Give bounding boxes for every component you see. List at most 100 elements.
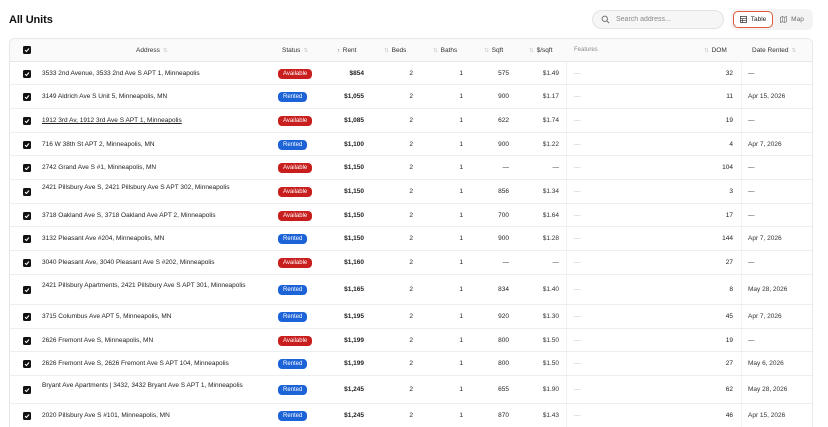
unit-address: 2626 Fremont Ave S, Minneapolis, MN	[42, 337, 154, 344]
days-on-market-value: 4	[729, 141, 733, 148]
date-rented-value: —	[748, 70, 755, 77]
row-checkbox[interactable]	[23, 212, 31, 220]
column-header-sqft[interactable]: ⇅ Sqft	[484, 39, 503, 62]
unit-address: 3718 Oakland Ave S, 3718 Oakland Ave APT…	[42, 212, 216, 219]
rent-value: $1,165	[344, 286, 364, 293]
column-header-psf[interactable]: ⇅ $/sqft	[529, 39, 553, 62]
price-per-sqft-value: $1.22	[542, 141, 559, 148]
days-on-market-value: 32	[725, 70, 733, 77]
table-row[interactable]: 3715 Columbus Ave APT 5, Minneapolis, MN…	[10, 305, 812, 329]
table-row[interactable]: 3040 Pleasant Ave, 3040 Pleasant Ave S #…	[10, 251, 812, 275]
map-view-label: Map	[791, 16, 804, 23]
table-header: Address ⇅ Status ⇅ ↑ Rent ⇅ Beds ⇅ Baths ⇅ Sqf…	[10, 39, 812, 62]
column-header-dom[interactable]: ⇅ DOM	[704, 39, 727, 62]
days-on-market-value: 19	[725, 337, 733, 344]
table-row[interactable]: 2020 Pillsbury Ave S #101, Minneapolis, …	[10, 404, 812, 427]
rent-value: $1,195	[344, 313, 364, 320]
map-icon	[780, 16, 788, 23]
row-checkbox[interactable]	[23, 259, 31, 267]
table-row[interactable]: 2742 Grand Ave S #1, Minneapolis, MN Avai…	[10, 156, 812, 180]
sqft-value: 700	[498, 212, 509, 219]
row-checkbox[interactable]	[23, 141, 31, 149]
unit-address: 2421 Pillsbury Ave S, 2421 Pillsbury Ave…	[42, 184, 230, 191]
unit-address: 3715 Columbus Ave APT 5, Minneapolis, MN	[42, 313, 172, 320]
table-row[interactable]: 3718 Oakland Ave S, 3718 Oakland Ave APT…	[10, 204, 812, 227]
row-checkbox[interactable]	[23, 412, 31, 420]
table-row[interactable]: 2421 Pillsbury Apartments, 2421 Pillsbur…	[10, 275, 812, 305]
beds-value: 2	[409, 188, 413, 195]
row-checkbox[interactable]	[23, 360, 31, 368]
rent-value: $1,245	[344, 386, 364, 393]
beds-value: 2	[409, 70, 413, 77]
table-row[interactable]: 3533 2nd Avenue, 3533 2nd Ave S APT 1, M…	[10, 62, 812, 85]
baths-header-label: Baths	[440, 47, 458, 54]
beds-value: 2	[409, 386, 413, 393]
unit-address: 3132 Pleasant Ave #204, Minneapolis, MN	[42, 235, 165, 242]
column-header-address[interactable]: Address ⇅	[136, 39, 167, 62]
page-title: All Units	[9, 14, 53, 26]
price-per-sqft-value: $1.50	[542, 337, 559, 344]
date-rented-value: May 28, 2026	[748, 386, 788, 393]
table-row[interactable]: 3132 Pleasant Ave #204, Minneapolis, MN R…	[10, 227, 812, 251]
date-rented-value: —	[748, 188, 755, 195]
status-header-label: Status	[282, 47, 301, 54]
row-checkbox[interactable]	[23, 70, 31, 78]
beds-value: 2	[409, 141, 413, 148]
check-icon	[24, 143, 30, 148]
sort-icon: ⇅	[704, 48, 709, 54]
row-checkbox[interactable]	[23, 286, 31, 294]
check-icon	[24, 315, 30, 320]
select-all-checkbox[interactable]	[23, 46, 31, 54]
row-checkbox[interactable]	[23, 188, 31, 196]
status-badge: Available	[278, 336, 313, 346]
row-checkbox[interactable]	[23, 235, 31, 243]
column-header-beds[interactable]: ⇅ Beds	[384, 39, 406, 62]
column-header-date-rented[interactable]: Date Rented ⇅	[752, 39, 796, 62]
column-header-rent[interactable]: ↑ Rent	[337, 39, 356, 62]
features-value: —	[574, 412, 581, 419]
table-row[interactable]: 1912 3rd Av, 1912 3rd Ave S APT 1, Minne…	[10, 109, 812, 133]
column-header-status[interactable]: Status ⇅	[282, 39, 308, 62]
search-icon	[601, 15, 610, 24]
table-row[interactable]: 2626 Fremont Ave S, 2626 Fremont Ave S A…	[10, 352, 812, 376]
check-icon	[24, 339, 30, 344]
unit-address: 716 W 38th St APT 2, Minneapolis, MN	[42, 141, 155, 148]
table-row[interactable]: 3149 Aldrich Ave S Unit 5, Minneapolis, …	[10, 85, 812, 109]
status-badge: Available	[278, 116, 313, 126]
table-row[interactable]: 716 W 38th St APT 2, Minneapolis, MN Rent…	[10, 133, 812, 156]
map-view-button[interactable]: Map	[773, 11, 811, 28]
status-badge: Rented	[278, 385, 308, 395]
dom-header-label: DOM	[711, 47, 727, 54]
date-rented-value: —	[748, 212, 755, 219]
sqft-value: 900	[498, 141, 509, 148]
sqft-value: —	[502, 259, 510, 266]
table-view-button[interactable]: Table	[733, 11, 773, 28]
features-value: —	[574, 286, 581, 293]
unit-address: 2742 Grand Ave S #1, Minneapolis, MN	[42, 164, 157, 171]
unit-address[interactable]: 1912 3rd Av, 1912 3rd Ave S APT 1, Minne…	[42, 117, 262, 125]
row-checkbox[interactable]	[23, 386, 31, 394]
row-checkbox[interactable]	[23, 164, 31, 172]
table-row[interactable]: 2421 Pillsbury Ave S, 2421 Pillsbury Ave…	[10, 180, 812, 204]
sort-icon: ⇅	[529, 48, 534, 54]
row-checkbox[interactable]	[23, 93, 31, 101]
table-row[interactable]: Bryant Ave Apartments | 3432, 3432 Bryan…	[10, 376, 812, 404]
sqft-value: —	[502, 164, 510, 171]
row-checkbox[interactable]	[23, 313, 31, 321]
search-input[interactable]	[616, 16, 716, 23]
search-box[interactable]	[592, 10, 724, 29]
status-badge: Rented	[278, 234, 308, 244]
column-header-baths[interactable]: ⇅ Baths	[433, 39, 457, 62]
beds-value: 2	[409, 337, 413, 344]
status-badge: Available	[278, 187, 313, 197]
rent-value: $1,199	[344, 337, 364, 344]
sort-ascending-icon: ↑	[337, 48, 340, 54]
date-rented-header-label: Date Rented	[752, 47, 789, 54]
check-icon	[24, 119, 30, 124]
rent-value: $1,055	[344, 93, 364, 100]
table-row[interactable]: 2626 Fremont Ave S, Minneapolis, MN Avail…	[10, 329, 812, 352]
baths-value: 1	[459, 141, 463, 148]
sqft-header-label: Sqft	[491, 47, 504, 54]
row-checkbox[interactable]	[23, 337, 31, 345]
row-checkbox[interactable]	[23, 117, 31, 125]
